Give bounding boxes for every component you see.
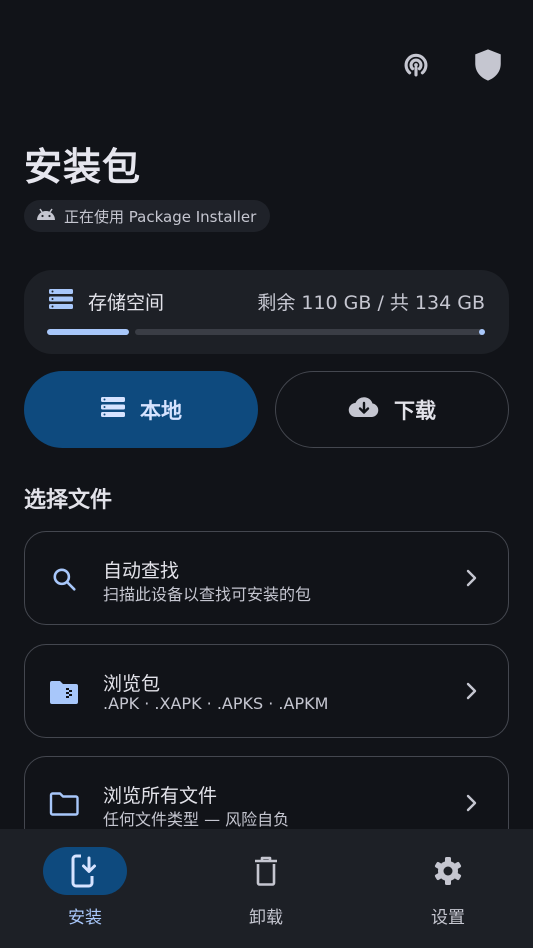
card-subtitle: 扫描此设备以查找可安装的包 xyxy=(103,585,312,604)
card-title: 自动查找 xyxy=(103,560,180,582)
card-subtitle: 任何文件类型 — 风险自负 xyxy=(103,810,290,829)
installer-chip: 正在使用 Package Installer xyxy=(24,200,271,232)
search-icon xyxy=(49,564,79,594)
nav-item-uninstall[interactable]: 卸载 xyxy=(216,847,316,937)
download-button[interactable]: 下载 xyxy=(275,371,509,448)
auto-find-card[interactable]: 自动查找 扫描此设备以查找可安装的包 xyxy=(24,531,509,625)
broadcast-icon[interactable] xyxy=(397,46,435,84)
local-button-label: 本地 xyxy=(140,398,182,423)
chevron-right-icon xyxy=(464,793,478,817)
storage-bar-free xyxy=(135,329,485,335)
cloud-download-icon xyxy=(348,395,380,424)
page-title: 安装包 xyxy=(24,145,142,189)
storage-value: 剩余 110 GB / 共 134 GB xyxy=(257,292,485,314)
storage-icon xyxy=(48,288,74,315)
section-title: 选择文件 xyxy=(24,488,113,513)
trash-icon xyxy=(224,847,308,895)
chevron-right-icon xyxy=(464,681,478,705)
install-icon xyxy=(43,847,127,895)
storage-label: 存储空间 xyxy=(88,292,165,314)
shield-icon[interactable] xyxy=(469,46,507,84)
card-subtitle: .APK · .XAPK · .APKS · .APKM xyxy=(103,694,329,713)
storage-list-icon xyxy=(100,396,126,423)
nav-item-install[interactable]: 安装 xyxy=(35,847,135,937)
android-icon xyxy=(36,207,56,225)
download-button-label: 下载 xyxy=(394,398,436,423)
gear-icon xyxy=(406,847,490,895)
folder-icon xyxy=(49,789,79,819)
local-button[interactable]: 本地 xyxy=(24,371,258,448)
package-folder-icon xyxy=(49,677,79,707)
installer-chip-label: 正在使用 Package Installer xyxy=(64,207,257,226)
chevron-right-icon xyxy=(464,568,478,592)
storage-bar-end-dot xyxy=(479,329,485,335)
storage-bar-used xyxy=(47,329,129,335)
card-title: 浏览所有文件 xyxy=(103,785,218,807)
card-title: 浏览包 xyxy=(103,673,161,695)
top-actions xyxy=(397,46,507,84)
nav-label: 安装 xyxy=(68,908,102,928)
nav-item-settings[interactable]: 设置 xyxy=(398,847,498,937)
browse-packages-card[interactable]: 浏览包 .APK · .XAPK · .APKS · .APKM xyxy=(24,644,509,738)
nav-label: 设置 xyxy=(431,908,465,928)
bottom-nav: 安装 卸载 设置 xyxy=(0,829,533,948)
storage-card: 存储空间 剩余 110 GB / 共 134 GB xyxy=(24,270,509,354)
nav-label: 卸载 xyxy=(249,908,283,928)
